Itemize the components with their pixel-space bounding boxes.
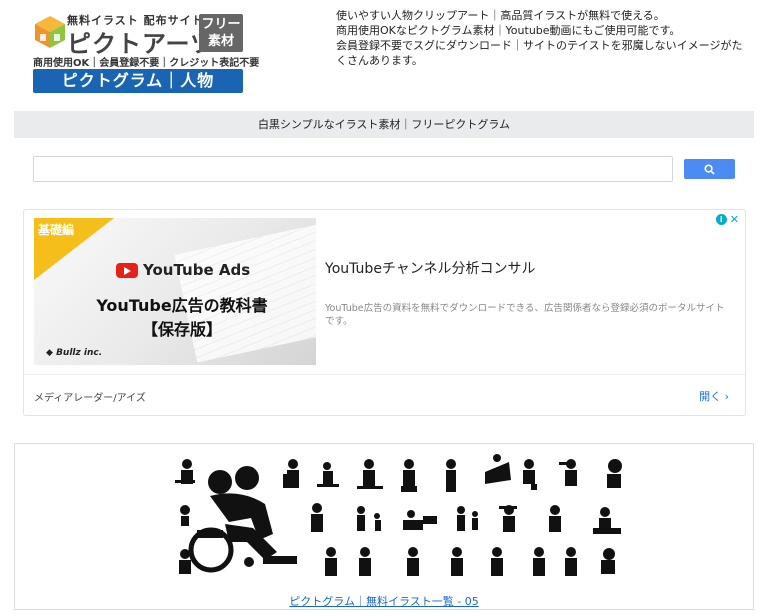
ad-open-label: 開く (699, 390, 722, 403)
site-description: 使いやすい人物クリップアート｜高品質イラストが無料で使える。 商用使用OKなピク… (336, 8, 751, 68)
pictogram-panel[interactable]: ピクトグラム｜無料イラスト一覧 - 05 (14, 443, 754, 610)
description-line-1: 使いやすい人物クリップアート｜高品質イラストが無料で使える。 (336, 9, 665, 22)
youtube-ads-text: YouTube Ads (143, 261, 251, 279)
ad-company-logo: ◆ Bullz inc. (46, 348, 102, 358)
ad-book-line-1: YouTube広告の教科書 (96, 296, 268, 315)
description-line-3: 会員登録不要でスグにダウンロード｜サイトのテイストを邪魔しないイメージがたくさん… (336, 39, 743, 67)
description-line-2: 商用使用OKなピクトグラム素材｜Youtube動画にもご使用可能です。 (336, 24, 681, 37)
ad-description: YouTube広告の資料を無料でダウンロードできる、広告関係者なら登録必須のポー… (325, 303, 725, 327)
chevron-right-icon: › (724, 390, 729, 403)
ad-open-button[interactable]: 開く › (699, 388, 729, 404)
ad-footer: メディアレーダー/アイズ 開く › (24, 374, 745, 415)
logo-tags: 商用使用OK｜会員登録不要｜クレジット表記不要 (33, 58, 260, 69)
search-icon (704, 163, 715, 175)
bullz-icon: ◆ (46, 348, 57, 358)
youtube-play-icon (116, 262, 138, 278)
logo-free-line1: フリー (201, 17, 241, 32)
info-icon[interactable]: i (715, 214, 727, 225)
close-icon[interactable]: ✕ (730, 213, 739, 226)
ad-choices[interactable]: i ✕ (715, 213, 739, 226)
logo-category-banner: ピクトグラム｜人物 (33, 69, 243, 93)
ad-headline[interactable]: YouTubeチャンネル分析コンサル (325, 258, 536, 278)
youtube-ads-logo: YouTube Ads (116, 261, 250, 279)
ad-corner-label: 基礎編 (38, 223, 75, 237)
logo-free-line2: 素材 (207, 34, 234, 49)
ad-advertiser: メディアレーダー/アイズ (34, 393, 146, 404)
pictogram-collage (175, 454, 622, 576)
site-logo[interactable]: 無料イラスト 配布サイト ピクトアーツ フリー 素材 商用使用OK｜会員登録不要… (33, 12, 259, 94)
search-button[interactable] (684, 159, 735, 179)
ad-image[interactable]: 基礎編 YouTube Ads YouTube広告の教科書 【保存版】 ◆ Bu… (34, 218, 316, 365)
subtitle-text: 白黒シンプルなイラスト素材｜フリーピクトグラム (257, 118, 511, 131)
ad-book-title: YouTube広告の教科書 【保存版】 (82, 294, 282, 342)
cube-logo-icon (35, 16, 65, 48)
search-input[interactable] (33, 156, 673, 182)
pictogram-list-link[interactable]: ピクトグラム｜無料イラスト一覧 - 05 (15, 593, 753, 609)
wheelchair-hug-pictogram (188, 466, 297, 573)
ad-company-name: Bullz inc. (56, 348, 103, 358)
logo-free-badge: フリー 素材 (199, 14, 243, 52)
subtitle-bar: 白黒シンプルなイラスト素材｜フリーピクトグラム (14, 111, 754, 138)
ad-unit[interactable]: i ✕ 基礎編 YouTube Ads YouTube広告の教科書 【保存版】 … (23, 209, 746, 416)
ad-book-line-2: 【保存版】 (141, 320, 222, 339)
